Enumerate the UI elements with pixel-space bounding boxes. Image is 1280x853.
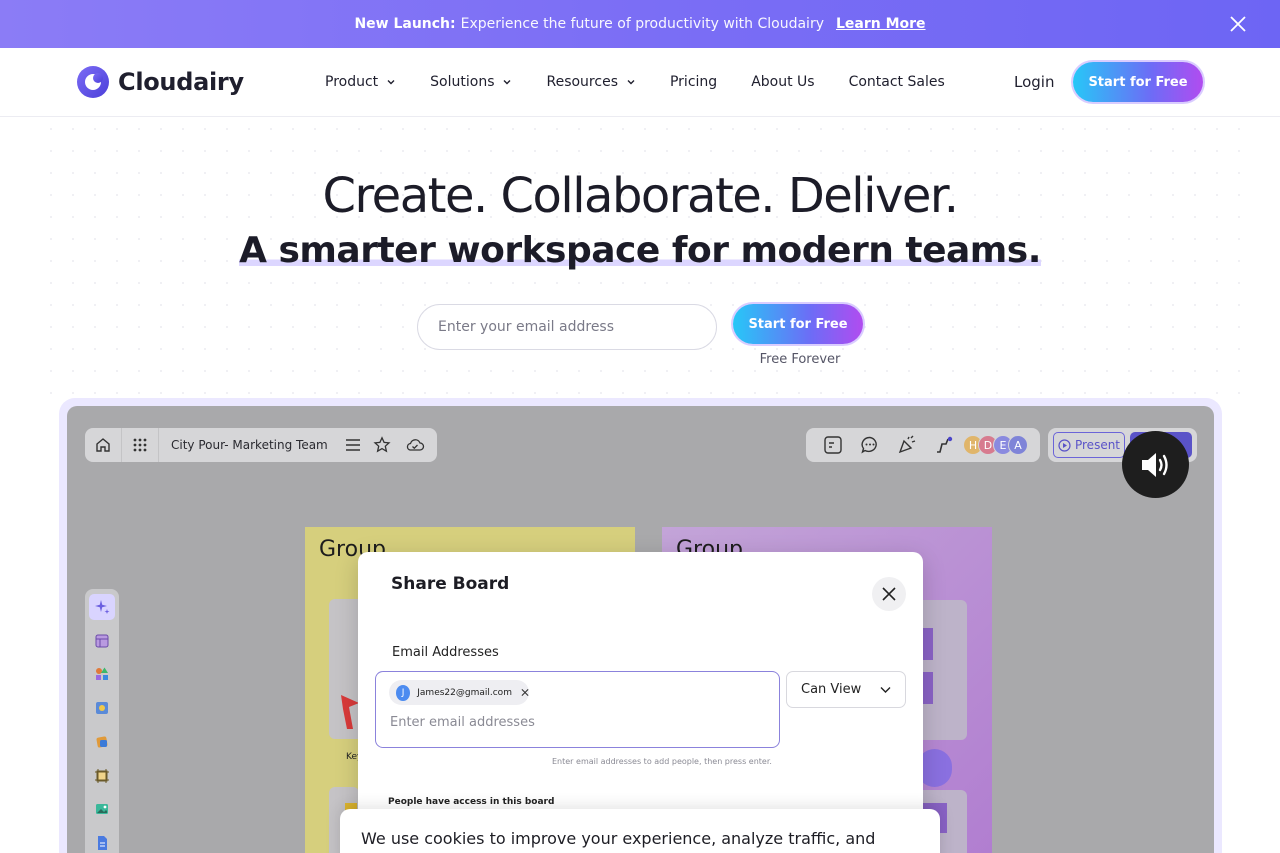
present-label: Present (1074, 438, 1121, 452)
nav-item-pricing[interactable]: Pricing (670, 74, 717, 90)
email-chip[interactable]: J James22@gmail.com (389, 680, 529, 705)
chevron-down-icon (503, 80, 511, 85)
board-toolbar-left: City Pour- Marketing Team (85, 428, 437, 462)
nav-item-label: Pricing (669, 74, 718, 90)
close-icon (882, 587, 896, 601)
modal-close-button[interactable] (872, 577, 906, 611)
email-addresses-label: Email Addresses (392, 645, 499, 660)
connector-icon[interactable] (925, 428, 962, 462)
login-link[interactable]: Login (1014, 73, 1054, 91)
main-nav: Cloudairy Product Solutions Resources Pr… (0, 48, 1280, 117)
celebrate-icon[interactable] (888, 428, 925, 462)
board-tool-sidebar (85, 589, 119, 853)
hero-subtitle: A smarter workspace for modern teams. (0, 230, 1280, 271)
free-forever-note: Free Forever (759, 352, 841, 367)
share-email-field[interactable]: J James22@gmail.com Enter email addresse… (375, 671, 780, 748)
remove-chip-icon[interactable] (521, 688, 529, 697)
sound-toggle-button[interactable] (1122, 431, 1189, 498)
chevron-down-icon (387, 80, 395, 85)
chip-email: James22@gmail.com (417, 687, 512, 698)
sticker-icon[interactable] (89, 729, 115, 755)
nav-item-solutions[interactable]: Solutions (430, 74, 512, 90)
cloud-sync-icon[interactable] (398, 428, 432, 462)
collaborator-avatars: H D E A (963, 435, 1028, 455)
board-title[interactable]: City Pour- Marketing Team (171, 438, 328, 452)
permission-select[interactable]: Can View (786, 671, 906, 708)
hero-email-input[interactable] (417, 304, 717, 350)
share-board-modal: Share Board Email Addresses J James22@gm… (358, 552, 923, 853)
template-icon[interactable] (89, 628, 115, 654)
nav-item-label: Contact Sales (848, 74, 945, 90)
nav-item-resources[interactable]: Resources (546, 74, 636, 90)
star-icon[interactable] (366, 428, 398, 462)
nav-item-label: Resources (546, 74, 618, 90)
toolbar-divider (158, 428, 159, 462)
comment-icon[interactable] (851, 428, 888, 462)
shapes-icon[interactable] (89, 661, 115, 687)
announcement-message: Experience the future of productivity wi… (460, 16, 824, 32)
nav-item-contact-sales[interactable]: Contact Sales (849, 74, 945, 90)
nav-item-label: Product (325, 74, 379, 90)
nav-item-label: Solutions (430, 74, 495, 90)
announcement-bar: New Launch: Experience the future of pro… (0, 0, 1280, 48)
chevron-down-icon (627, 80, 635, 85)
announcement-highlight: New Launch: (354, 16, 456, 32)
share-email-placeholder: Enter email addresses (390, 715, 535, 730)
home-icon[interactable] (85, 428, 121, 462)
cookie-text: We use cookies to improve your experienc… (361, 829, 876, 853)
media-icon[interactable] (89, 695, 115, 721)
menu-icon[interactable] (340, 428, 366, 462)
notes-icon[interactable] (814, 428, 851, 462)
present-button[interactable]: Present (1053, 432, 1125, 458)
cookie-banner: We use cookies to improve your experienc… (340, 809, 940, 853)
chip-avatar: J (396, 684, 411, 701)
speaker-icon (1141, 452, 1168, 477)
learn-more-link[interactable]: Learn More (836, 16, 926, 32)
nav-menu: Product Solutions Resources Pricing Abou… (325, 74, 979, 90)
hero-title: Create. Collaborate. Deliver. (322, 168, 959, 224)
share-hint: Enter email addresses to add people, the… (552, 757, 772, 766)
frame-icon[interactable] (89, 763, 115, 789)
access-heading: People have access in this board (388, 797, 555, 807)
document-icon[interactable] (89, 830, 115, 853)
close-icon[interactable] (1228, 14, 1248, 34)
nav-item-product[interactable]: Product (325, 74, 396, 90)
avatar[interactable]: A (1008, 435, 1028, 455)
permission-value: Can View (801, 682, 862, 697)
chevron-down-icon (880, 687, 891, 693)
hero-subtitle-text: A smarter workspace for modern teams. (239, 230, 1041, 271)
nav-item-label: About Us (751, 74, 815, 90)
start-for-free-nav-button[interactable]: Start for Free (1073, 62, 1203, 102)
start-for-free-hero-button[interactable]: Start for Free (733, 304, 863, 344)
image-icon[interactable] (89, 796, 115, 822)
nav-item-about-us[interactable]: About Us (751, 74, 814, 90)
board-toolbar-right: H D E A (806, 428, 1040, 462)
cloudairy-logo-icon (77, 66, 109, 98)
brand-name: Cloudairy (118, 68, 244, 96)
brand-logo[interactable]: Cloudairy (77, 66, 244, 98)
modal-title: Share Board (391, 574, 510, 594)
play-icon (1058, 438, 1071, 452)
ai-sparkle-icon[interactable] (89, 594, 115, 620)
apps-grid-icon[interactable] (122, 428, 158, 462)
